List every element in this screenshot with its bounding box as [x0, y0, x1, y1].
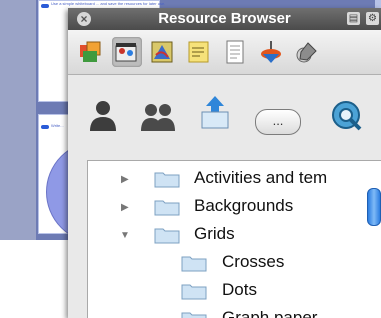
arrow-bullet-icon	[41, 125, 49, 129]
resource-browser-panel: × Resource Browser ▤ ⚙ ... ▶ Activities …	[68, 8, 381, 318]
tree-label: Backgrounds	[194, 196, 294, 215]
folder-icon	[154, 200, 180, 216]
vertical-scrollbar[interactable]	[367, 178, 381, 318]
tree-row-grids[interactable]: ▼ Grids	[88, 221, 381, 249]
arrow-bullet-icon	[41, 4, 49, 8]
category-toolbar	[68, 30, 381, 75]
scrollbar-thumb[interactable]	[367, 188, 381, 226]
spinner-icon[interactable]	[256, 37, 286, 67]
tree-row-backgrounds[interactable]: ▶ Backgrounds	[88, 193, 381, 221]
panel-title: Resource Browser	[158, 10, 291, 27]
expand-arrow-icon[interactable]: ▶	[121, 174, 129, 185]
more-button[interactable]: ...	[255, 109, 301, 135]
folder-icon	[181, 312, 207, 318]
tree-label: Activities and tem	[194, 168, 328, 187]
gallery-icon[interactable]	[76, 37, 106, 67]
notes-icon[interactable]	[184, 37, 214, 67]
tree-row-crosses[interactable]: Crosses	[88, 249, 381, 277]
expand-arrow-icon[interactable]: ▶	[121, 202, 129, 213]
tree-row-graph-paper[interactable]: Graph paper	[88, 305, 381, 318]
user-icon[interactable]	[88, 99, 118, 138]
tree-label: Crosses	[222, 252, 285, 271]
settings-icon[interactable]: ⚙	[366, 12, 379, 25]
tree-label: Grids	[194, 224, 235, 243]
tree-label: Graph paper	[222, 308, 318, 318]
folder-icon	[181, 284, 207, 300]
upload-icon[interactable]	[200, 94, 230, 137]
thumbnail-text: Write...	[51, 123, 64, 128]
collapse-arrow-icon[interactable]: ▼	[120, 230, 130, 241]
search-icon[interactable]	[330, 99, 364, 138]
resource-tree[interactable]: ▶ Activities and tem ▶ Backgrounds ▼ Gri…	[87, 160, 381, 318]
graphics-icon[interactable]	[148, 37, 178, 67]
folder-icon	[181, 256, 207, 272]
thumbnail-text: Use a simple whiteboard ... and save the…	[51, 1, 166, 6]
tree-label: Dots	[222, 280, 257, 299]
folder-icon	[154, 228, 180, 244]
tree-row-dots[interactable]: Dots	[88, 277, 381, 305]
title-bar[interactable]: × Resource Browser ▤ ⚙	[68, 8, 381, 30]
group-icon[interactable]	[140, 101, 176, 138]
window-menu-icon[interactable]: ▤	[347, 12, 360, 25]
pencil-icon[interactable]	[292, 37, 322, 67]
folder-icon	[154, 172, 180, 188]
tree-row-activities[interactable]: ▶ Activities and tem	[88, 165, 381, 193]
media-icon[interactable]	[112, 37, 142, 67]
pages-icon[interactable]	[220, 37, 250, 67]
